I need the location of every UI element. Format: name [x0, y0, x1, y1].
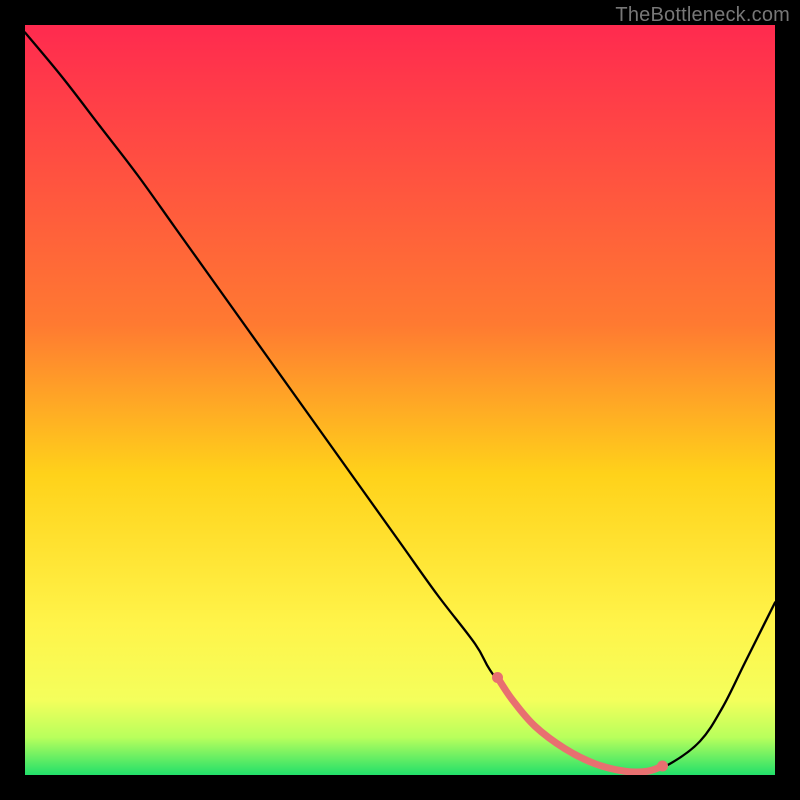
gradient-backdrop: [25, 25, 775, 775]
attribution-text: TheBottleneck.com: [615, 4, 790, 27]
optimal-endpoint-dot: [657, 761, 668, 772]
optimal-endpoint-dot: [492, 672, 503, 683]
chart-stage: TheBottleneck.com: [0, 0, 800, 800]
bottleneck-chart: [25, 25, 775, 775]
